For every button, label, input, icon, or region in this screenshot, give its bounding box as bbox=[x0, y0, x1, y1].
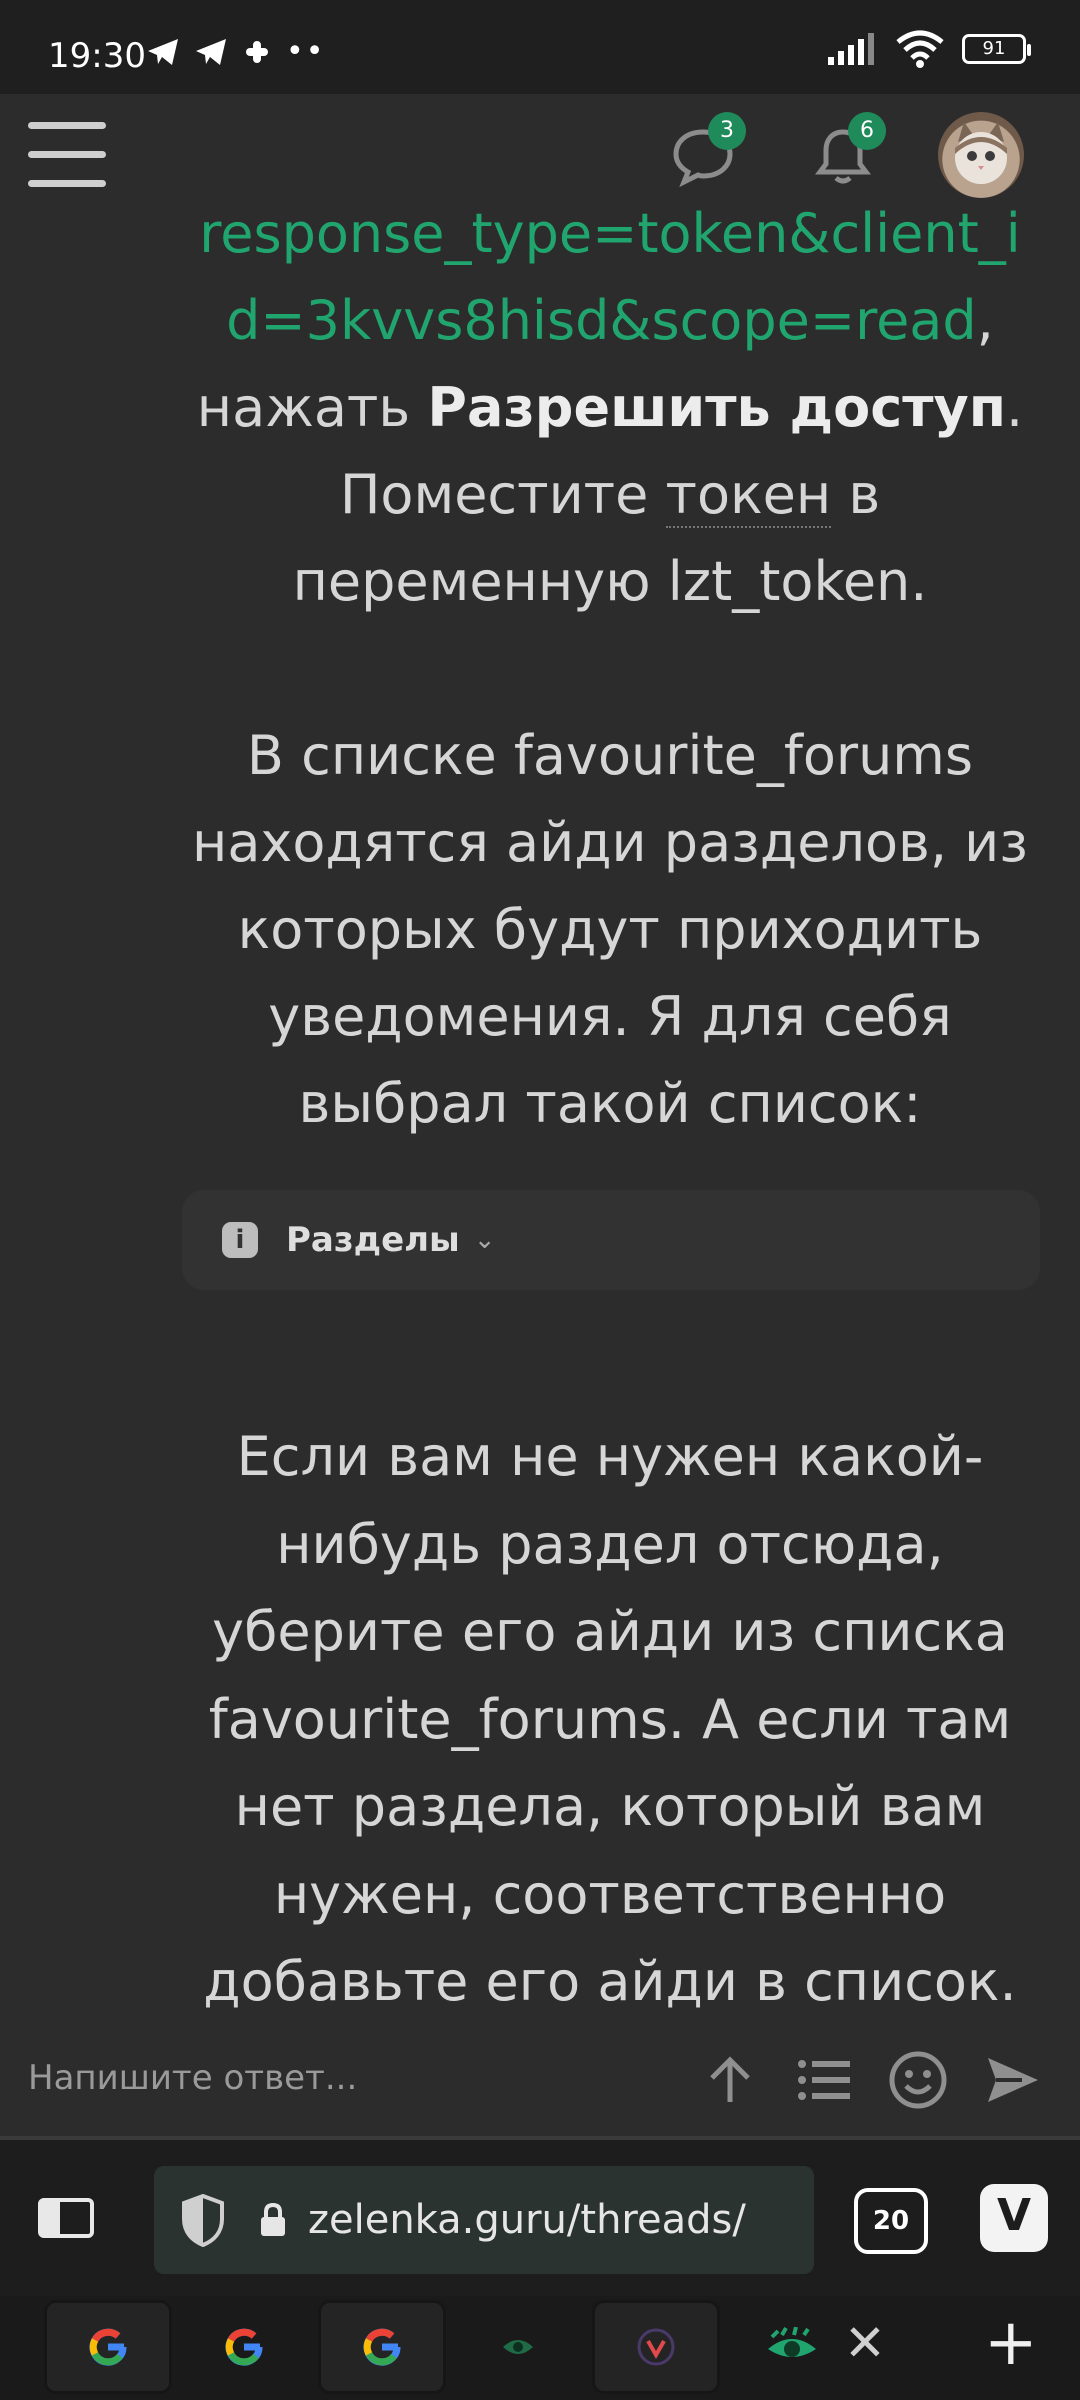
avatar[interactable] bbox=[938, 112, 1024, 198]
url-field[interactable]: zelenka.guru/threads/ bbox=[154, 2166, 814, 2274]
wifi-icon bbox=[896, 30, 944, 68]
arrow-up-icon[interactable] bbox=[700, 2050, 760, 2110]
press-line: нажать Разрешить доступ. bbox=[170, 364, 1050, 451]
p2-line: уведомения. Я для себя bbox=[268, 985, 952, 1048]
google-icon bbox=[363, 2328, 401, 2366]
status-right: 91 bbox=[828, 30, 1031, 68]
spoiler-sections[interactable]: i Разделы ⌄ bbox=[182, 1190, 1040, 1290]
signal-icon bbox=[828, 33, 874, 65]
google-icon bbox=[89, 2328, 127, 2366]
browser-address-bar: zelenka.guru/threads/ 20 V bbox=[0, 2136, 1080, 2296]
info-icon: i bbox=[222, 1222, 258, 1258]
p2-line: В списке favourite_forums bbox=[246, 724, 974, 787]
p3-line: favourite_forums. А если там bbox=[208, 1687, 1012, 1751]
tab-google[interactable] bbox=[44, 2300, 172, 2394]
chevron-down-icon: ⌄ bbox=[473, 1225, 496, 1255]
token-line: Поместите токен в bbox=[170, 451, 1050, 538]
p2-line: которых будут приходить bbox=[237, 898, 983, 961]
panel-toggle-icon[interactable] bbox=[38, 2198, 94, 2238]
spoiler-label: Разделы bbox=[286, 1220, 460, 1260]
menu-icon[interactable] bbox=[28, 122, 106, 187]
var-line: переменную lzt_token. bbox=[292, 550, 928, 613]
cat-avatar-icon bbox=[955, 122, 1007, 184]
oauth-link-line2[interactable]: d=3kvvs8hisd&scope=read bbox=[226, 289, 977, 352]
messages-badge: 3 bbox=[708, 112, 746, 150]
tab-lolz[interactable] bbox=[454, 2300, 582, 2394]
send-icon[interactable] bbox=[982, 2050, 1042, 2110]
vivaldi-menu-icon[interactable]: V bbox=[980, 2184, 1048, 2252]
comma: , bbox=[976, 289, 994, 352]
p3-line: нибудь раздел отсюда, bbox=[276, 1512, 944, 1576]
close-tab-icon[interactable]: ✕ bbox=[844, 2314, 886, 2372]
p2-line: выбрал такой список: bbox=[298, 1072, 922, 1135]
p3-line: уберите его айди из списка bbox=[212, 1600, 1008, 1663]
list-icon[interactable] bbox=[794, 2050, 854, 2110]
status-time: 19:30 bbox=[48, 36, 146, 76]
p3-line: нужен, соответственно bbox=[273, 1862, 947, 1926]
reply-input[interactable]: Напишите ответ... bbox=[28, 2058, 357, 2098]
add-tab-icon[interactable]: + bbox=[984, 2306, 1038, 2380]
paragraph-3: Если вам не нужен какой- нибудь раздел о… bbox=[170, 1413, 1050, 2026]
tab-lolz-active[interactable] bbox=[728, 2300, 856, 2394]
eye-icon bbox=[503, 2340, 533, 2354]
vivaldi-icon bbox=[637, 2328, 675, 2366]
notification-icons: •• bbox=[146, 34, 325, 69]
reply-actions bbox=[700, 2050, 1042, 2110]
status-bar: 19:30 •• 91 bbox=[0, 0, 1080, 94]
p3-line: Если вам не нужен какой- bbox=[236, 1425, 984, 1488]
press-text: нажать bbox=[196, 376, 428, 439]
alerts-button[interactable]: 6 bbox=[808, 112, 886, 190]
smiley-icon[interactable] bbox=[888, 2050, 948, 2110]
battery-icon: 91 bbox=[962, 34, 1031, 64]
p3-line: нет раздела, который вам bbox=[234, 1775, 986, 1838]
oauth-link[interactable]: response_type=token&client_i d=3kvvs8his… bbox=[170, 190, 1050, 364]
messages-button[interactable]: 3 bbox=[668, 112, 746, 190]
token-post: в bbox=[831, 463, 881, 526]
google-icon bbox=[225, 2328, 263, 2366]
p3-line: добавьте его айди в список. bbox=[203, 1950, 1017, 2013]
shield-icon[interactable] bbox=[180, 2193, 226, 2247]
post-content-top: response_type=token&client_i d=3kvvs8his… bbox=[170, 190, 1050, 1147]
tab-switcher-button[interactable]: 20 bbox=[854, 2188, 928, 2254]
app-header: 3 6 bbox=[0, 94, 1080, 214]
token-pre: Поместите bbox=[339, 463, 666, 526]
tab-vivaldi[interactable] bbox=[592, 2300, 720, 2394]
paragraph-2: В списке favourite_forums находятся айди… bbox=[170, 712, 1050, 1147]
tab-google[interactable] bbox=[180, 2300, 308, 2394]
eye-icon bbox=[768, 2327, 816, 2357]
tab-google[interactable] bbox=[318, 2300, 446, 2394]
tab-strip: ✕ + bbox=[0, 2296, 1080, 2400]
alerts-badge: 6 bbox=[848, 112, 886, 150]
more-notifications-icon: •• bbox=[286, 34, 326, 69]
p2-line: находятся айди разделов, из bbox=[192, 811, 1028, 874]
allow-access-text: Разрешить доступ bbox=[427, 376, 1007, 439]
telegram-icon bbox=[196, 38, 226, 65]
url-text[interactable]: zelenka.guru/threads/ bbox=[308, 2197, 788, 2243]
token-term[interactable]: токен bbox=[665, 463, 832, 528]
slack-icon bbox=[246, 40, 268, 63]
lock-icon bbox=[261, 2202, 285, 2236]
telegram-icon bbox=[148, 38, 178, 65]
reply-bar: Напишите ответ... bbox=[0, 2040, 1080, 2132]
press-end: . bbox=[1006, 376, 1024, 439]
